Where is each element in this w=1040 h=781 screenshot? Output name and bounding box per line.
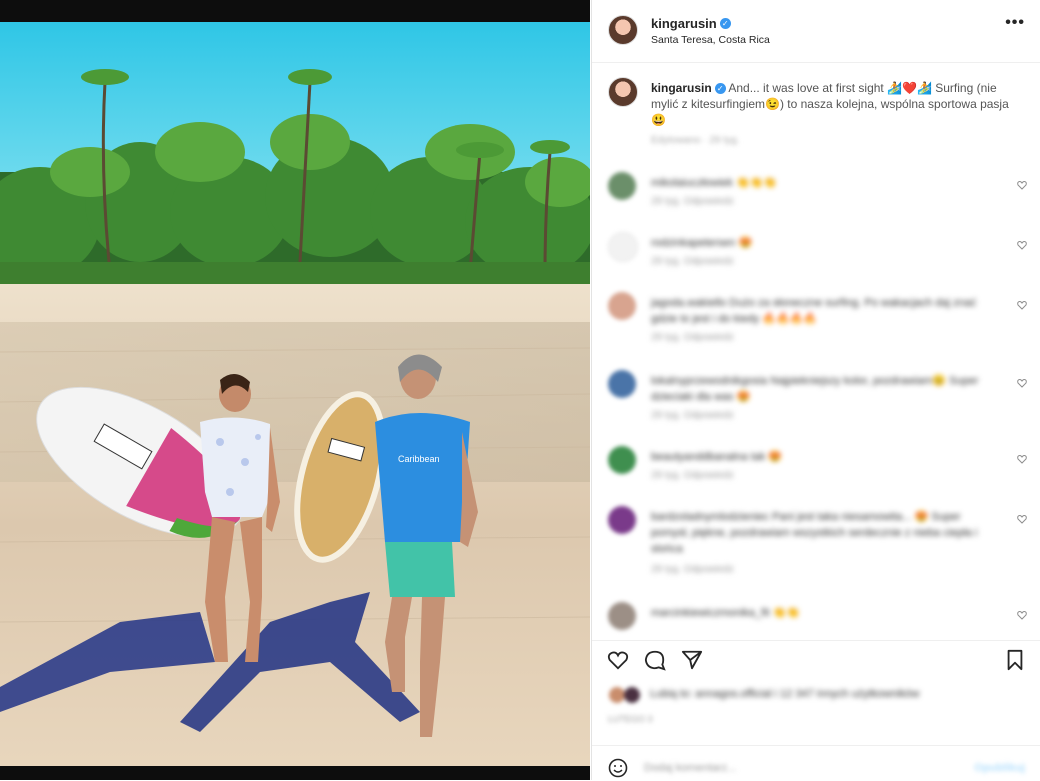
- comment-meta: 29 tyg. Odpowiedz: [651, 470, 734, 481]
- comment-like-heart-icon[interactable]: [1017, 378, 1027, 388]
- more-options-button[interactable]: •••: [1005, 14, 1025, 32]
- comment-bubble-icon[interactable]: [644, 649, 666, 671]
- comment-avatar[interactable]: [608, 172, 636, 200]
- post-photo-pane: Caribbean: [0, 0, 590, 780]
- comment-text: lokalnyprzewodnikgosia Najpiekniejszy ko…: [651, 375, 979, 403]
- comment-meta: 29 tyg. Odpowiedz: [651, 564, 734, 575]
- header-divider: [592, 62, 1040, 63]
- emoji-smile-icon[interactable]: [608, 758, 628, 778]
- verified-badge-icon: ✓: [719, 18, 731, 30]
- comment-avatar[interactable]: [608, 232, 638, 262]
- comment-text: mikolaiuczłowiek 👏👏👏: [651, 177, 778, 189]
- comment-text: rodzinkapetersen 😍: [651, 237, 753, 249]
- caption-avatar[interactable]: [608, 77, 638, 107]
- comment-meta: 29 tyg. Odpowiedz: [651, 410, 734, 421]
- comment-meta: 29 tyg. Odpowiedz: [651, 196, 734, 207]
- comment-like-heart-icon[interactable]: [1017, 454, 1027, 464]
- post-header: kingarusin ✓ Santa Teresa, Costa Rica •••: [592, 0, 1040, 62]
- post-location[interactable]: Santa Teresa, Costa Rica: [651, 34, 770, 46]
- post-photo[interactable]: Caribbean: [0, 22, 590, 766]
- post-date: LUTEGO 3: [608, 714, 653, 724]
- comment-avatar[interactable]: [608, 446, 636, 474]
- author-avatar[interactable]: [608, 15, 638, 45]
- comment-avatar[interactable]: [608, 370, 636, 398]
- comment-meta: 29 tyg. Odpowiedz: [651, 256, 734, 267]
- comment-like-heart-icon[interactable]: [1017, 300, 1027, 310]
- caption-timestamp: Edytowano · 29 tyg.: [651, 135, 740, 146]
- add-comment-bar: Dodaj komentarz... Opublikuj: [592, 745, 1040, 781]
- post-actions-bar: [592, 640, 1040, 681]
- comment-like-heart-icon[interactable]: [1017, 240, 1027, 250]
- caption-text-block: kingarusin ✓ And... it was love at first …: [651, 80, 1021, 128]
- comment-text: bardzoladnymlodzieniec Pani jest taka ni…: [651, 511, 978, 555]
- svg-text:Caribbean: Caribbean: [398, 454, 440, 464]
- comment-like-heart-icon[interactable]: [1017, 180, 1027, 190]
- likes-summary: Lubią to: annagos.official i 12 347 inny…: [608, 686, 1028, 706]
- save-bookmark-icon[interactable]: [1004, 649, 1026, 671]
- comment-text: beautyanddbanalna tak 😍: [651, 451, 783, 463]
- author-name-row: kingarusin ✓: [651, 15, 731, 33]
- comment-text: marcinkiewiczmonika_fit 👏👏: [651, 607, 801, 619]
- photo-letterbox-bottom: [0, 766, 590, 780]
- comment-meta: 29 tyg. Odpowiedz: [651, 332, 734, 343]
- likers-avatars[interactable]: [608, 686, 642, 704]
- comment-text: jagoda.wakiello Dużo za słoneczne surfin…: [651, 297, 977, 325]
- comment-avatar[interactable]: [608, 506, 636, 534]
- author-username[interactable]: kingarusin: [651, 16, 717, 31]
- likes-text[interactable]: Lubią to: annagos.official i 12 347 inny…: [650, 688, 919, 700]
- comment-like-heart-icon[interactable]: [1017, 610, 1027, 620]
- post-sidebar: kingarusin ✓ Santa Teresa, Costa Rica •••…: [591, 0, 1040, 780]
- photo-letterbox-top: [0, 0, 590, 22]
- post-comment-button[interactable]: Opublikuj: [974, 762, 1025, 774]
- comment-like-heart-icon[interactable]: [1017, 514, 1027, 524]
- comment-avatar[interactable]: [608, 602, 636, 630]
- share-paper-plane-icon[interactable]: [681, 649, 703, 671]
- caption-username[interactable]: kingarusin: [651, 81, 712, 95]
- caption-verified-icon: ✓: [714, 83, 726, 95]
- add-comment-input[interactable]: Dodaj komentarz...: [644, 762, 736, 774]
- comment-avatar[interactable]: [608, 292, 636, 320]
- like-heart-icon[interactable]: [607, 649, 629, 671]
